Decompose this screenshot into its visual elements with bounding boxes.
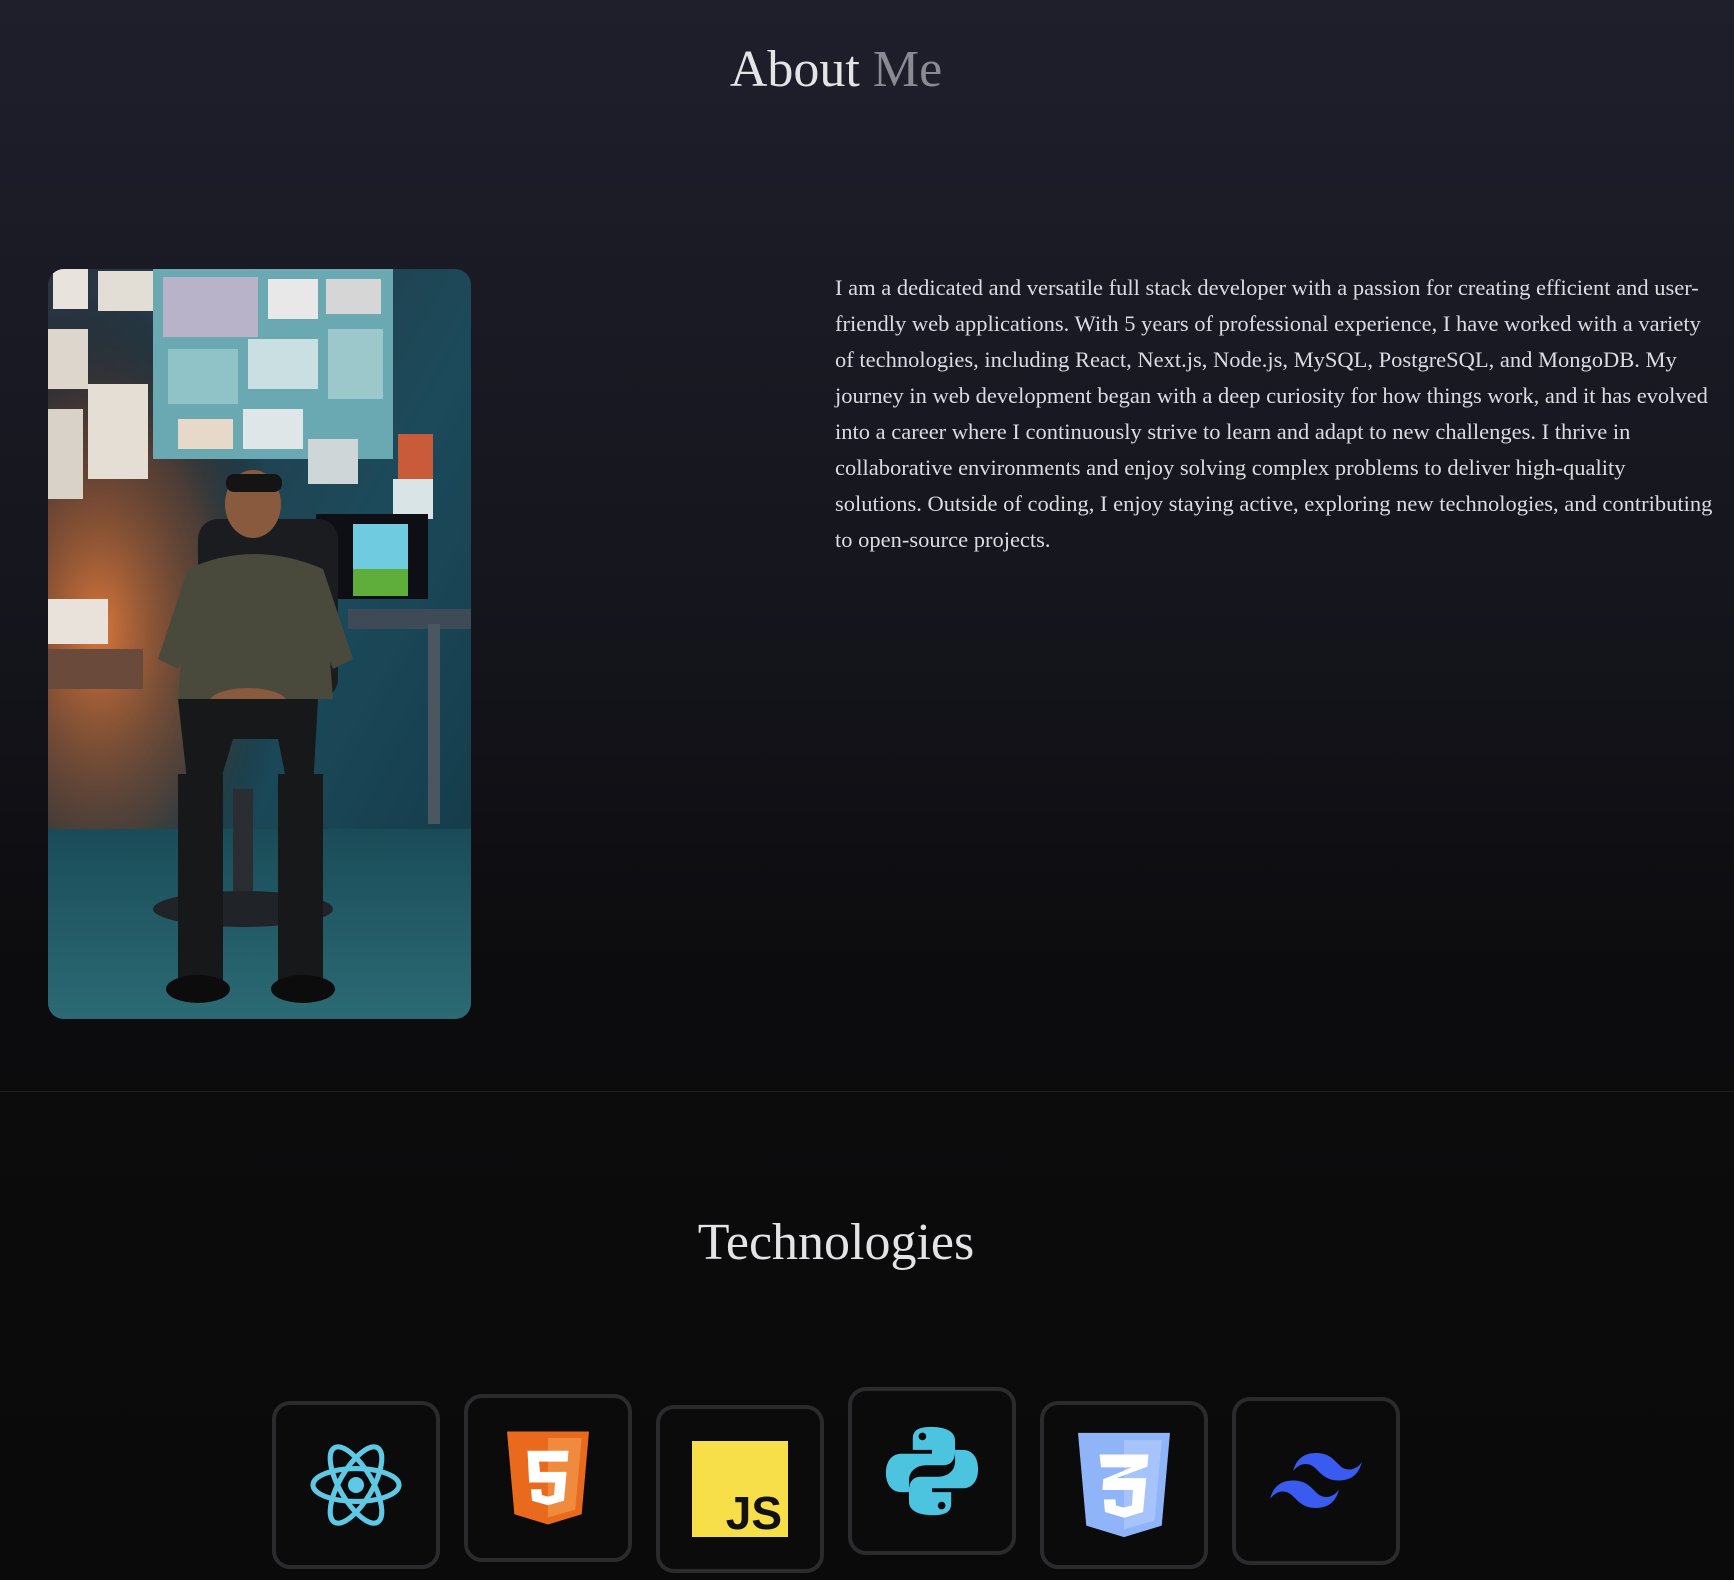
about-section-title: About Me <box>0 36 1672 104</box>
tech-card-tailwind[interactable] <box>1232 1397 1400 1565</box>
tailwind-icon <box>1270 1453 1362 1508</box>
tech-card-css3[interactable] <box>1040 1401 1208 1569</box>
section-divider <box>0 1091 1734 1092</box>
svg-text:JS: JS <box>726 1487 782 1537</box>
tech-card-javascript[interactable]: JS <box>656 1405 824 1573</box>
tech-card-html5[interactable] <box>464 1394 632 1562</box>
tech-card-react[interactable] <box>272 1401 440 1569</box>
react-icon <box>310 1444 402 1526</box>
python-icon <box>885 1426 979 1516</box>
profile-photo <box>48 269 471 1019</box>
about-title-main: About <box>729 41 860 98</box>
about-bio-text: I am a dedicated and versatile full stac… <box>835 275 1713 552</box>
html5-icon <box>507 1431 589 1525</box>
technologies-title: Technologies <box>697 1214 975 1271</box>
about-title-accent: Me <box>872 41 943 98</box>
javascript-icon: JS <box>692 1441 788 1537</box>
css3-icon <box>1078 1432 1170 1538</box>
tech-card-python[interactable] <box>848 1387 1016 1555</box>
